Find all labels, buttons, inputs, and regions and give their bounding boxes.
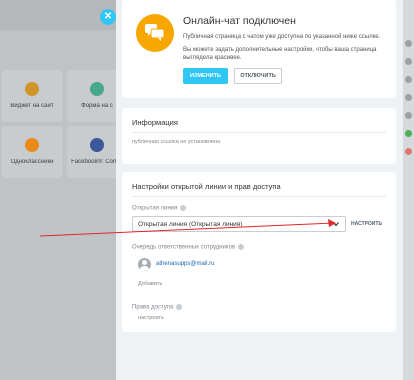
- annotation-arrow: [39, 219, 336, 237]
